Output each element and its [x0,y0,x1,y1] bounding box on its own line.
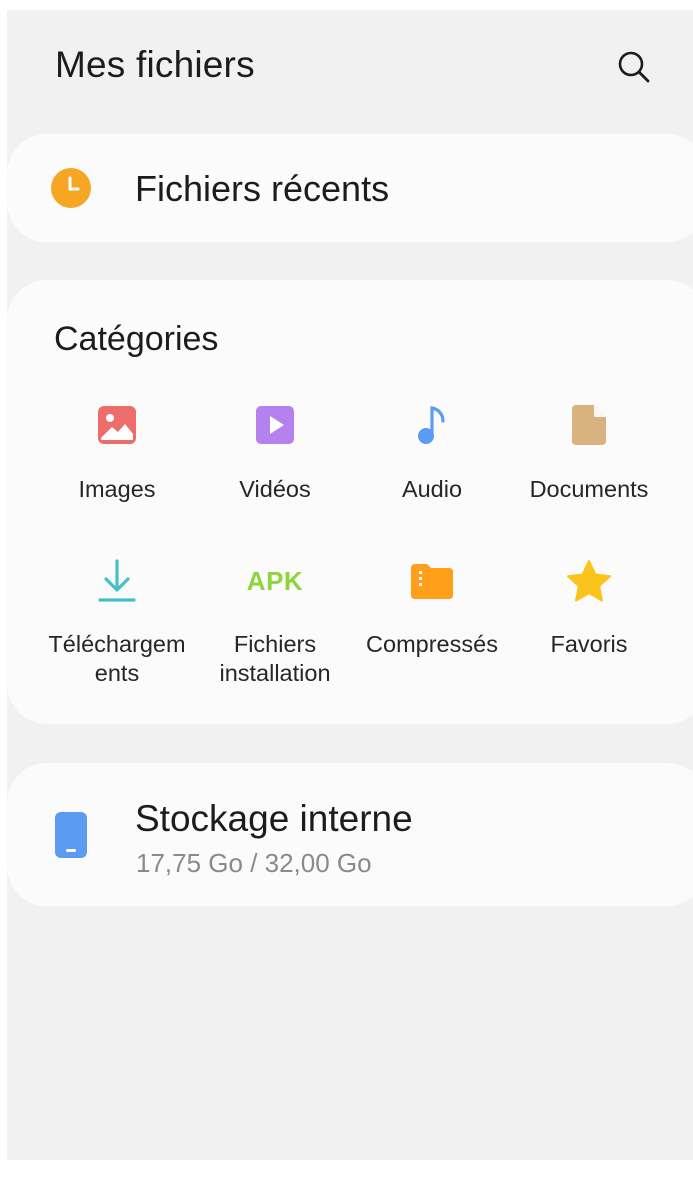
image-icon [92,400,142,450]
category-label: Documents [529,476,649,502]
category-label: Vidéos [239,476,311,502]
download-icon [92,556,142,606]
page-title: Mes fichiers [55,44,255,85]
category-audio[interactable]: Audio [352,400,512,510]
apk-icon: APK [240,556,310,606]
category-label: Fichiers installation [219,631,331,686]
zip-folder-icon [407,556,457,606]
clock-icon [51,168,91,208]
recent-files-card[interactable]: Fichiers récents [7,134,693,242]
star-icon [564,556,614,606]
phone-icon [55,812,87,858]
categories-title: Catégories [54,320,219,358]
category-documents[interactable]: Documents [509,400,669,510]
video-icon [250,400,300,450]
storage-usage: 17,75 Go / 32,00 Go [136,848,372,878]
category-compressed[interactable]: Compressés [352,556,512,696]
category-favorites[interactable]: Favoris [509,556,669,696]
category-label: Audio [401,476,463,502]
category-install-files[interactable]: APK Fichiers installation [195,556,355,696]
internal-storage-card[interactable]: Stockage interne 17,75 Go / 32,00 Go [7,763,693,906]
app-bar: Mes fichiers [7,10,693,125]
music-note-icon [407,400,457,450]
recent-files-label: Fichiers récents [135,168,390,209]
apk-icon-text: APK [246,565,304,596]
screen: Mes fichiers Fichiers récents Catégories [7,10,693,1160]
search-button[interactable] [611,44,657,90]
category-images[interactable]: Images [37,400,197,510]
category-label: Compressés [366,631,498,657]
category-label: Images [78,476,156,502]
document-icon [564,400,614,450]
category-label: Favoris [550,631,628,657]
search-icon [618,51,650,83]
category-label: Téléchargem ents [48,631,186,686]
categories-card: Catégories Images Vidéos Audio Documents… [7,280,693,724]
storage-title: Stockage interne [135,798,413,839]
category-downloads[interactable]: Téléchargem ents [37,556,197,696]
category-videos[interactable]: Vidéos [195,400,355,510]
